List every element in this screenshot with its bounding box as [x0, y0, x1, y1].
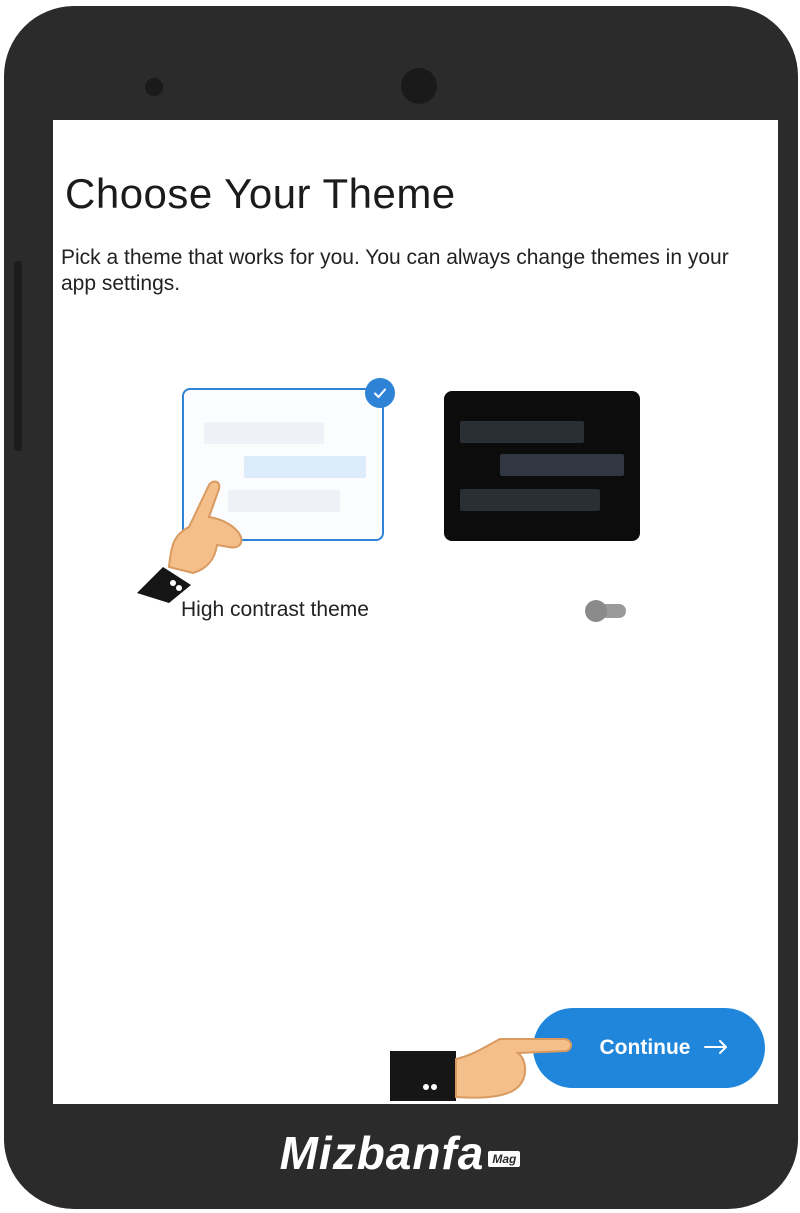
page-title: Choose Your Theme — [65, 170, 456, 217]
phone-speaker — [145, 78, 163, 96]
side-button — [14, 261, 22, 451]
brand-name: Mizbanfa — [279, 1127, 485, 1179]
page-description: Pick a theme that works for you. You can… — [61, 246, 729, 295]
selected-check-icon — [365, 378, 395, 408]
preview-bar — [460, 489, 600, 511]
theme-option-dark[interactable] — [444, 391, 640, 541]
phone-camera — [401, 68, 437, 104]
app-screen: Choose Your Theme Pick a theme that work… — [53, 120, 778, 1104]
continue-label: Continue — [599, 1036, 691, 1059]
preview-bar — [204, 422, 324, 444]
brand-watermark: Mizbanfa Mag — [0, 1126, 800, 1180]
preview-bar — [460, 421, 584, 443]
high-contrast-label: High contrast theme — [181, 598, 369, 621]
preview-bar — [244, 456, 366, 478]
preview-bar — [500, 454, 624, 476]
pointing-hand-icon — [137, 480, 243, 603]
pointing-hand-icon — [390, 1038, 572, 1101]
high-contrast-toggle[interactable] — [576, 597, 634, 625]
arrow-right-icon — [704, 1036, 728, 1060]
brand-badge: Mag — [488, 1151, 521, 1167]
